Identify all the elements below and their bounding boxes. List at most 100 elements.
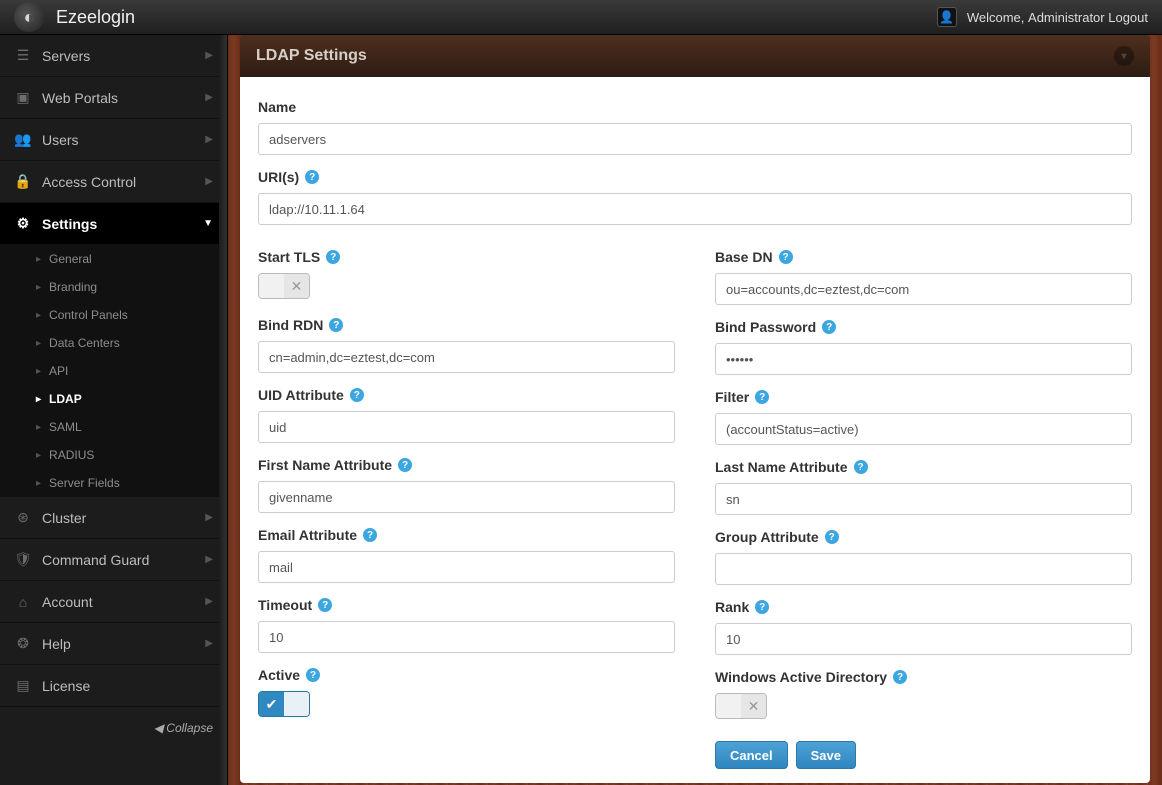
caret-icon: ▸ xyxy=(36,282,41,293)
sidebar-item-web-portals[interactable]: ▣ Web Portals ▶ xyxy=(0,77,227,119)
sub-item-radius[interactable]: ▸RADIUS xyxy=(0,441,227,469)
sub-item-label: General xyxy=(49,252,92,266)
chevron-left-icon: ◀ xyxy=(154,721,163,735)
help-icon[interactable]: ? xyxy=(329,318,343,332)
sidebar-item-account[interactable]: ⌂ Account ▶ xyxy=(0,581,227,623)
sidebar-item-servers[interactable]: ☰ Servers ▶ xyxy=(0,35,227,77)
sidebar-item-help[interactable]: ❂ Help ▶ xyxy=(0,623,227,665)
sub-item-api[interactable]: ▸ API xyxy=(0,357,227,385)
uid-attr-input[interactable] xyxy=(258,411,675,443)
shield-icon: 🛡 xyxy=(14,551,32,568)
chevron-right-icon: ▶ xyxy=(205,638,213,649)
email-attr-input[interactable] xyxy=(258,551,675,583)
user-area: 👤 Welcome, Administrator Logout xyxy=(937,7,1148,27)
caret-icon: ▸ xyxy=(36,338,41,349)
sub-item-label: API xyxy=(49,364,68,378)
caret-icon: ▸ xyxy=(36,310,41,321)
filter-label: Filter xyxy=(715,389,749,405)
help-icon[interactable]: ? xyxy=(318,598,332,612)
rank-input[interactable] xyxy=(715,623,1132,655)
chevron-right-icon: ▶ xyxy=(205,554,213,565)
caret-icon: ▸ xyxy=(36,422,41,433)
sub-item-control-panels[interactable]: ▸ Control Panels xyxy=(0,301,227,329)
sidebar-item-users[interactable]: 👥 Users ▶ xyxy=(0,119,227,161)
timeout-input[interactable] xyxy=(258,621,675,653)
collapse-label: Collapse xyxy=(166,721,213,735)
bind-password-input[interactable] xyxy=(715,343,1132,375)
sidebar-item-label: Access Control xyxy=(42,174,136,190)
lname-attr-label: Last Name Attribute xyxy=(715,459,848,475)
sidebar-item-label: Command Guard xyxy=(42,552,149,568)
caret-icon: ▸ xyxy=(36,366,41,377)
chevron-right-icon: ▶ xyxy=(205,596,213,607)
fname-attr-input[interactable] xyxy=(258,481,675,513)
sub-item-saml[interactable]: ▸SAML xyxy=(0,413,227,441)
sidebar-item-license[interactable]: ▤ License xyxy=(0,665,227,707)
lock-icon: 🔒 xyxy=(14,173,32,190)
collapse-sidebar[interactable]: ◀ Collapse xyxy=(0,713,227,743)
sub-item-server-fields[interactable]: ▸Server Fields xyxy=(0,469,227,497)
sub-item-label: Control Panels xyxy=(49,308,128,322)
chevron-right-icon: ▶ xyxy=(205,92,213,103)
caret-icon: ▸ xyxy=(36,450,41,461)
save-button[interactable]: Save xyxy=(796,741,856,769)
sidebar-item-label: License xyxy=(42,678,90,694)
chevron-right-icon: ▶ xyxy=(205,176,213,187)
sub-item-data-centers[interactable]: ▸Data Centers xyxy=(0,329,227,357)
chevron-right-icon: ▶ xyxy=(205,134,213,145)
help-icon: ❂ xyxy=(14,635,32,652)
start-tls-toggle[interactable]: ✕ xyxy=(258,273,310,299)
help-icon[interactable]: ? xyxy=(825,530,839,544)
name-input[interactable] xyxy=(258,123,1132,155)
sub-item-ldap[interactable]: ▸LDAP xyxy=(0,385,227,413)
panel-body: Name URI(s)? Start TLS? ✕ Bind RDN? xyxy=(240,77,1150,783)
sidebar: ☰ Servers ▶ ▣ Web Portals ▶ 👥 Users ▶ 🔒 … xyxy=(0,35,228,785)
gear-icon: ⚙ xyxy=(14,215,32,232)
help-icon[interactable]: ? xyxy=(305,170,319,184)
wad-label: Windows Active Directory xyxy=(715,669,887,685)
home-icon: ⌂ xyxy=(14,594,32,610)
user-icon[interactable]: 👤 xyxy=(937,7,957,27)
email-attr-label: Email Attribute xyxy=(258,527,357,543)
sidebar-item-label: Settings xyxy=(42,216,97,232)
help-icon[interactable]: ? xyxy=(363,528,377,542)
help-icon[interactable]: ? xyxy=(854,460,868,474)
cancel-button[interactable]: Cancel xyxy=(715,741,788,769)
base-dn-input[interactable] xyxy=(715,273,1132,305)
sub-item-branding[interactable]: ▸Branding xyxy=(0,273,227,301)
help-icon[interactable]: ? xyxy=(306,668,320,682)
filter-input[interactable] xyxy=(715,413,1132,445)
logout-link[interactable]: Logout xyxy=(1108,10,1148,25)
help-icon[interactable]: ? xyxy=(822,320,836,334)
sidebar-item-cluster[interactable]: ⊛ Cluster ▶ xyxy=(0,497,227,539)
sidebar-item-command-guard[interactable]: 🛡 Command Guard ▶ xyxy=(0,539,227,581)
uris-input[interactable] xyxy=(258,193,1132,225)
help-icon[interactable]: ? xyxy=(893,670,907,684)
help-icon[interactable]: ? xyxy=(755,600,769,614)
uris-label: URI(s) xyxy=(258,169,299,185)
users-icon: 👥 xyxy=(14,131,32,148)
sidebar-item-settings[interactable]: ⚙ Settings ▼ xyxy=(0,203,227,245)
help-icon[interactable]: ? xyxy=(398,458,412,472)
wad-toggle[interactable]: ✕ xyxy=(715,693,767,719)
help-icon[interactable]: ? xyxy=(779,250,793,264)
help-icon[interactable]: ? xyxy=(326,250,340,264)
fname-attr-label: First Name Attribute xyxy=(258,457,392,473)
lname-attr-input[interactable] xyxy=(715,483,1132,515)
sidebar-item-access-control[interactable]: 🔒 Access Control ▶ xyxy=(0,161,227,203)
timeout-label: Timeout xyxy=(258,597,312,613)
help-icon[interactable]: ? xyxy=(350,388,364,402)
username[interactable]: Administrator xyxy=(1028,10,1105,25)
active-label: Active xyxy=(258,667,300,683)
panel-collapse-icon[interactable]: ▾ xyxy=(1114,46,1134,66)
group-attr-label: Group Attribute xyxy=(715,529,819,545)
content: LDAP Settings ▾ Name URI(s)? Start TLS? xyxy=(228,35,1162,785)
sidebar-item-label: Users xyxy=(42,132,79,148)
active-toggle[interactable]: ✔ xyxy=(258,691,310,717)
sub-item-general[interactable]: ▸General xyxy=(0,245,227,273)
chevron-down-icon: ▼ xyxy=(203,218,213,229)
rank-label: Rank xyxy=(715,599,749,615)
group-attr-input[interactable] xyxy=(715,553,1132,585)
bind-rdn-input[interactable] xyxy=(258,341,675,373)
help-icon[interactable]: ? xyxy=(755,390,769,404)
